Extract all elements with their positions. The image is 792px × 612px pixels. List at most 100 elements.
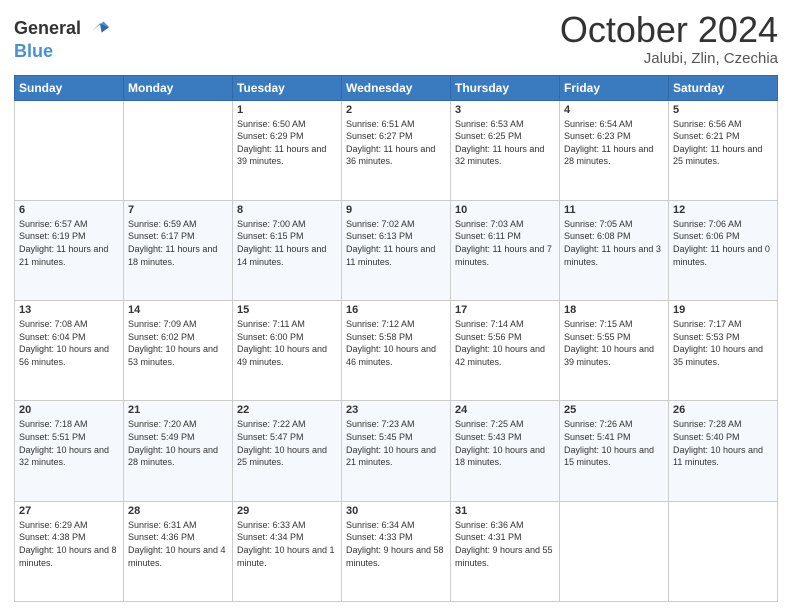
- calendar-cell: 19Sunrise: 7:17 AM Sunset: 5:53 PM Dayli…: [669, 301, 778, 401]
- calendar-cell: [560, 501, 669, 601]
- day-number: 5: [673, 104, 773, 116]
- month-title: October 2024: [560, 10, 778, 50]
- day-number: 6: [19, 204, 119, 216]
- week-row-1: 1 Sunrise: 6:50 AM Sunset: 6:29 PM Daylig…: [15, 100, 778, 200]
- calendar-cell: 30 Sunrise: 6:34 AM Sunset: 4:33 PM Dayli…: [342, 501, 451, 601]
- cell-content: Sunrise: 7:03 AM Sunset: 6:11 PM Dayligh…: [455, 218, 555, 268]
- calendar-cell: 6Sunrise: 6:57 AM Sunset: 6:19 PM Daylig…: [15, 200, 124, 300]
- day-number: 1: [237, 104, 337, 116]
- cell-content: Sunrise: 7:02 AM Sunset: 6:13 PM Dayligh…: [346, 218, 446, 268]
- calendar-cell: [124, 100, 233, 200]
- calendar-cell: 29Sunrise: 6:33 AM Sunset: 4:34 PM Dayli…: [233, 501, 342, 601]
- weekday-header-sunday: Sunday: [15, 75, 124, 100]
- day-number: 9: [346, 204, 446, 216]
- calendar-cell: 14 Sunrise: 7:09 AM Sunset: 6:02 PM Dayli…: [124, 301, 233, 401]
- calendar-cell: 10Sunrise: 7:03 AM Sunset: 6:11 PM Dayli…: [451, 200, 560, 300]
- calendar-cell: 21 Sunrise: 7:20 AM Sunset: 5:49 PM Dayli…: [124, 401, 233, 501]
- cell-content: Sunrise: 7:18 AM Sunset: 5:51 PM Dayligh…: [19, 418, 119, 468]
- cell-content: Sunrise: 7:20 AM Sunset: 5:49 PM Dayligh…: [128, 418, 228, 468]
- calendar-cell: 13 Sunrise: 7:08 AM Sunset: 6:04 PM Dayli…: [15, 301, 124, 401]
- weekday-header-row: SundayMondayTuesdayWednesdayThursdayFrid…: [15, 75, 778, 100]
- title-block: October 2024 Jalubi, Zlin, Czechia: [560, 10, 778, 67]
- calendar-cell: 7 Sunrise: 6:59 AM Sunset: 6:17 PM Daylig…: [124, 200, 233, 300]
- cell-content: Sunrise: 6:54 AM Sunset: 6:23 PM Dayligh…: [564, 118, 664, 168]
- cell-content: Sunrise: 6:34 AM Sunset: 4:33 PM Dayligh…: [346, 519, 446, 569]
- day-number: 27: [19, 505, 119, 517]
- cell-content: Sunrise: 6:53 AM Sunset: 6:25 PM Dayligh…: [455, 118, 555, 168]
- cell-content: Sunrise: 7:28 AM Sunset: 5:40 PM Dayligh…: [673, 418, 773, 468]
- logo-text-blue: Blue: [14, 41, 53, 61]
- day-number: 12: [673, 204, 773, 216]
- calendar-cell: 18 Sunrise: 7:15 AM Sunset: 5:55 PM Dayli…: [560, 301, 669, 401]
- cell-content: Sunrise: 7:22 AM Sunset: 5:47 PM Dayligh…: [237, 418, 337, 468]
- calendar-cell: 15 Sunrise: 7:11 AM Sunset: 6:00 PM Dayli…: [233, 301, 342, 401]
- day-number: 18: [564, 304, 664, 316]
- week-row-2: 6Sunrise: 6:57 AM Sunset: 6:19 PM Daylig…: [15, 200, 778, 300]
- cell-content: Sunrise: 7:09 AM Sunset: 6:02 PM Dayligh…: [128, 318, 228, 368]
- day-number: 15: [237, 304, 337, 316]
- day-number: 31: [455, 505, 555, 517]
- week-row-5: 27 Sunrise: 6:29 AM Sunset: 4:38 PM Dayli…: [15, 501, 778, 601]
- cell-content: Sunrise: 7:11 AM Sunset: 6:00 PM Dayligh…: [237, 318, 337, 368]
- day-number: 20: [19, 404, 119, 416]
- calendar-cell: 16Sunrise: 7:12 AM Sunset: 5:58 PM Dayli…: [342, 301, 451, 401]
- weekday-header-tuesday: Tuesday: [233, 75, 342, 100]
- day-number: 23: [346, 404, 446, 416]
- logo: General Blue: [14, 14, 111, 62]
- calendar-cell: 17Sunrise: 7:14 AM Sunset: 5:56 PM Dayli…: [451, 301, 560, 401]
- day-number: 16: [346, 304, 446, 316]
- cell-content: Sunrise: 6:59 AM Sunset: 6:17 PM Dayligh…: [128, 218, 228, 268]
- calendar-cell: 25Sunrise: 7:26 AM Sunset: 5:41 PM Dayli…: [560, 401, 669, 501]
- week-row-3: 13 Sunrise: 7:08 AM Sunset: 6:04 PM Dayli…: [15, 301, 778, 401]
- weekday-header-wednesday: Wednesday: [342, 75, 451, 100]
- day-number: 21: [128, 404, 228, 416]
- day-number: 2: [346, 104, 446, 116]
- calendar-cell: [15, 100, 124, 200]
- weekday-header-friday: Friday: [560, 75, 669, 100]
- calendar-cell: 23Sunrise: 7:23 AM Sunset: 5:45 PM Dayli…: [342, 401, 451, 501]
- calendar-cell: 1 Sunrise: 6:50 AM Sunset: 6:29 PM Daylig…: [233, 100, 342, 200]
- cell-content: Sunrise: 6:29 AM Sunset: 4:38 PM Dayligh…: [19, 519, 119, 569]
- logo-text-general: General: [14, 19, 81, 37]
- calendar-cell: 5 Sunrise: 6:56 AM Sunset: 6:21 PM Daylig…: [669, 100, 778, 200]
- calendar-cell: 26 Sunrise: 7:28 AM Sunset: 5:40 PM Dayli…: [669, 401, 778, 501]
- location: Jalubi, Zlin, Czechia: [560, 50, 778, 67]
- calendar-cell: 28 Sunrise: 6:31 AM Sunset: 4:36 PM Dayli…: [124, 501, 233, 601]
- page: General Blue October 2024 Jalubi, Zlin, …: [0, 0, 792, 612]
- calendar-cell: 31Sunrise: 6:36 AM Sunset: 4:31 PM Dayli…: [451, 501, 560, 601]
- day-number: 25: [564, 404, 664, 416]
- cell-content: Sunrise: 7:06 AM Sunset: 6:06 PM Dayligh…: [673, 218, 773, 268]
- cell-content: Sunrise: 7:15 AM Sunset: 5:55 PM Dayligh…: [564, 318, 664, 368]
- cell-content: Sunrise: 6:50 AM Sunset: 6:29 PM Dayligh…: [237, 118, 337, 168]
- calendar-cell: 27 Sunrise: 6:29 AM Sunset: 4:38 PM Dayli…: [15, 501, 124, 601]
- day-number: 7: [128, 204, 228, 216]
- day-number: 4: [564, 104, 664, 116]
- cell-content: Sunrise: 7:05 AM Sunset: 6:08 PM Dayligh…: [564, 218, 664, 268]
- weekday-header-saturday: Saturday: [669, 75, 778, 100]
- day-number: 26: [673, 404, 773, 416]
- day-number: 13: [19, 304, 119, 316]
- cell-content: Sunrise: 7:00 AM Sunset: 6:15 PM Dayligh…: [237, 218, 337, 268]
- day-number: 28: [128, 505, 228, 517]
- calendar-table: SundayMondayTuesdayWednesdayThursdayFrid…: [14, 75, 778, 602]
- calendar-cell: 24Sunrise: 7:25 AM Sunset: 5:43 PM Dayli…: [451, 401, 560, 501]
- weekday-header-thursday: Thursday: [451, 75, 560, 100]
- calendar-cell: 20 Sunrise: 7:18 AM Sunset: 5:51 PM Dayli…: [15, 401, 124, 501]
- calendar-cell: 3 Sunrise: 6:53 AM Sunset: 6:25 PM Daylig…: [451, 100, 560, 200]
- calendar-cell: 11 Sunrise: 7:05 AM Sunset: 6:08 PM Dayli…: [560, 200, 669, 300]
- day-number: 22: [237, 404, 337, 416]
- header: General Blue October 2024 Jalubi, Zlin, …: [14, 10, 778, 67]
- day-number: 14: [128, 304, 228, 316]
- day-number: 19: [673, 304, 773, 316]
- day-number: 17: [455, 304, 555, 316]
- calendar-cell: 9 Sunrise: 7:02 AM Sunset: 6:13 PM Daylig…: [342, 200, 451, 300]
- cell-content: Sunrise: 7:25 AM Sunset: 5:43 PM Dayligh…: [455, 418, 555, 468]
- day-number: 3: [455, 104, 555, 116]
- calendar-cell: 22 Sunrise: 7:22 AM Sunset: 5:47 PM Dayli…: [233, 401, 342, 501]
- cell-content: Sunrise: 7:08 AM Sunset: 6:04 PM Dayligh…: [19, 318, 119, 368]
- cell-content: Sunrise: 6:56 AM Sunset: 6:21 PM Dayligh…: [673, 118, 773, 168]
- calendar-cell: 4 Sunrise: 6:54 AM Sunset: 6:23 PM Daylig…: [560, 100, 669, 200]
- day-number: 30: [346, 505, 446, 517]
- day-number: 11: [564, 204, 664, 216]
- cell-content: Sunrise: 6:31 AM Sunset: 4:36 PM Dayligh…: [128, 519, 228, 569]
